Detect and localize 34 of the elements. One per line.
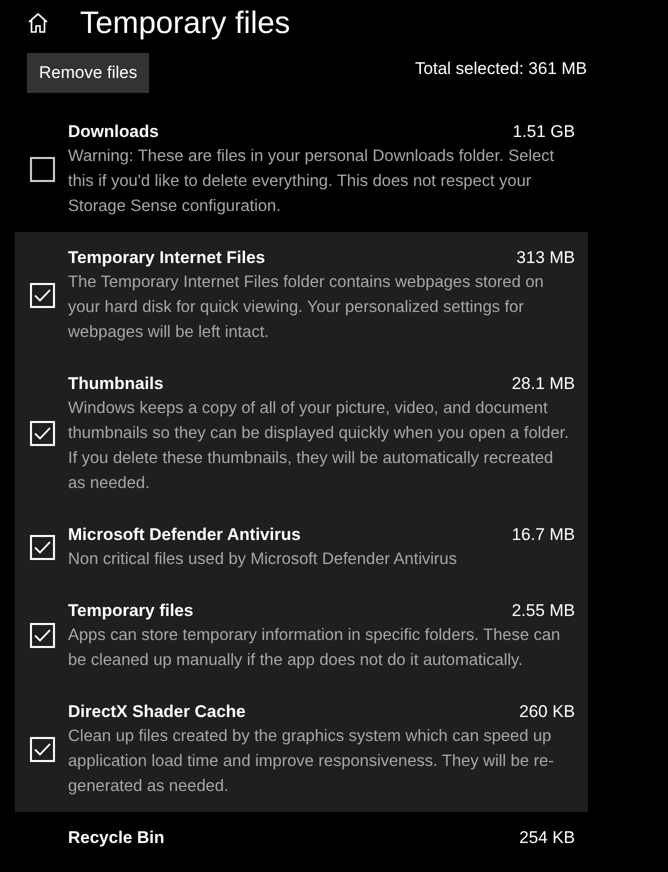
category-name: Downloads — [68, 121, 159, 143]
category-description: Windows keeps a copy of all of your picture, video, and document thumbnails so they can be displayed quickly when you open a folder. If you delete these thumbnails, they will be automatically recreated as needed. — [68, 398, 570, 494]
category-size: 28.1 MB — [512, 373, 575, 395]
check-icon — [34, 629, 51, 642]
category-description: Non critical files used by Microsoft Defender Antivirus — [68, 549, 458, 570]
check-icon — [34, 540, 51, 554]
category-size: 2.55 MB — [512, 600, 575, 622]
file-category-row[interactable]: DirectX Shader Cache 260 KB Clean up files created by the graphics system which can speed up application load time and improve responsiveness. They will be re-generated as needed. — [15, 686, 588, 812]
page-title: Temporary files — [80, 4, 290, 42]
file-category-row[interactable]: Temporary files 2.55 MB Apps can store temporary information in specific folders. These can be cleaned up manually if the app does not do it automatically. — [15, 585, 588, 686]
category-description: Warning: These are files in your personal Downloads folder. Select this if you'd like to delete everything. This does not respect your Storage Sense configuration. — [68, 146, 556, 217]
category-name: Temporary files — [68, 600, 194, 622]
category-size: 313 MB — [516, 247, 575, 269]
check-icon — [34, 742, 51, 756]
file-category-row[interactable]: Temporary Internet Files 313 MB The Temporary Internet Files folder contains webpages stored on your hard disk for quick viewing. Your personalized settings for webpages will be left intact. — [15, 232, 588, 358]
category-description: Clean up files created by the graphics system which can speed up application load time and improve responsiveness. They will be re-generated as needed. — [68, 726, 555, 797]
checkbox[interactable] — [30, 156, 55, 182]
category-description: Apps can store temporary information in specific folders. These can be cleaned up manually if the app does not do it automatically. — [68, 625, 562, 671]
remove-files-button[interactable]: Remove files — [27, 53, 150, 93]
category-name: DirectX Shader Cache — [68, 701, 246, 723]
total-selected-text: Total selected: 361 MB — [415, 58, 587, 80]
category-size: 16.7 MB — [512, 524, 575, 546]
category-name: Microsoft Defender Antivirus — [68, 524, 301, 546]
category-size: 254 KB — [519, 827, 575, 849]
check-icon — [34, 288, 51, 302]
file-category-row[interactable]: Microsoft Defender Antivirus 16.7 MB Non critical files used by Microsoft Defender Antivirus — [15, 509, 588, 585]
category-size: 260 KB — [519, 701, 575, 723]
home-icon[interactable] — [27, 12, 49, 34]
category-description: The Temporary Internet Files folder contains webpages stored on your hard disk for quick viewing. Your personalized settings for webpages will be left intact. — [68, 272, 545, 343]
category-name: Temporary Internet Files — [68, 247, 266, 269]
check-icon — [34, 427, 51, 440]
category-name: Recycle Bin — [68, 827, 164, 849]
category-size: 1.51 GB — [512, 121, 575, 143]
category-name: Thumbnails — [68, 373, 164, 395]
